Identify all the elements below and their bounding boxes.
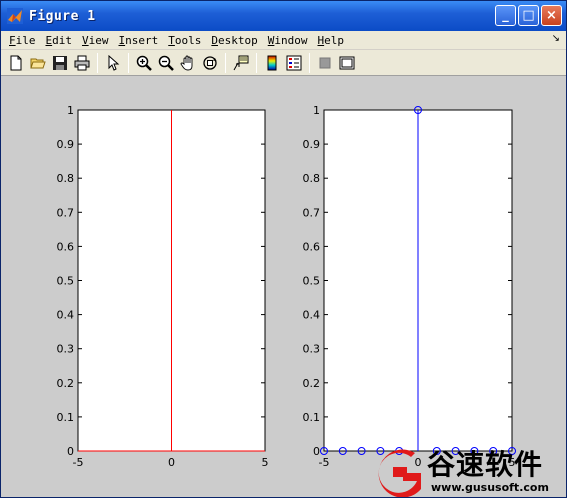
new-figure-button[interactable] <box>5 52 27 74</box>
new-file-icon <box>10 55 22 70</box>
insert-colorbar-button[interactable] <box>261 52 283 74</box>
y-tick-label: 0.1 <box>57 411 75 424</box>
toolbar-separator <box>97 52 98 73</box>
maximize-icon: □ <box>522 8 535 23</box>
save-icon <box>53 55 67 70</box>
x-tick-label: 5 <box>262 456 269 469</box>
hide-plot-tools-icon <box>319 57 331 68</box>
menu-tools[interactable]: Tools <box>168 34 201 47</box>
y-tick-label: 0.8 <box>57 172 75 185</box>
toolbar-separator <box>225 52 226 73</box>
menu-view[interactable]: View <box>82 34 109 47</box>
zoom-out-button[interactable] <box>155 52 177 74</box>
edit-plot-button[interactable] <box>102 52 124 74</box>
plot-axes: 00.10.20.30.40.50.60.70.80.91 -5 0 5 00.10… <box>57 104 516 469</box>
watermark-chinese-text: 谷速软件 <box>427 448 544 481</box>
print-icon <box>74 55 90 70</box>
figure-window: Figure 1 _ □ × File Edit View Insert Too… <box>0 0 567 498</box>
show-plot-tools-icon <box>339 56 355 69</box>
maximize-button[interactable]: □ <box>518 5 539 26</box>
window-title: Figure 1 <box>29 8 96 24</box>
y-tick-label: 0.4 <box>57 309 75 322</box>
menu-desktop[interactable]: Desktop <box>211 34 257 47</box>
minimize-icon: _ <box>502 8 509 23</box>
y-tick-label: 0.5 <box>57 275 75 288</box>
y-tick-label: 0.6 <box>57 240 75 253</box>
open-folder-icon <box>30 58 46 68</box>
watermark: 谷速软件 www.gususoft.com <box>373 441 567 498</box>
rotate-3d-button[interactable] <box>199 52 221 74</box>
menu-insert[interactable]: Insert <box>119 34 159 47</box>
title-bar[interactable]: Figure 1 _ □ × <box>1 1 566 31</box>
pointer-arrow-icon <box>108 54 120 71</box>
colorbar-icon <box>267 55 277 70</box>
minimize-button[interactable]: _ <box>495 5 516 26</box>
y-tick-label: 0.9 <box>303 138 321 151</box>
data-cursor-button[interactable] <box>230 52 252 74</box>
print-button[interactable] <box>71 52 93 74</box>
zoom-in-button[interactable] <box>133 52 155 74</box>
y-tick-label: 0.7 <box>303 206 321 219</box>
menu-overflow-icon[interactable]: ↘ <box>552 33 560 44</box>
menu-help[interactable]: Help <box>318 34 345 47</box>
menu-file[interactable]: File <box>9 34 36 47</box>
y-tick-label: 0.3 <box>303 343 321 356</box>
toolbar-separator <box>128 52 129 73</box>
insert-legend-button[interactable] <box>283 52 305 74</box>
rotate-3d-icon <box>203 55 217 70</box>
toolbar-separator <box>309 52 310 73</box>
hide-plot-tools-button[interactable] <box>314 52 336 74</box>
x-tick-label: -5 <box>319 456 330 469</box>
y-tick-label: 0.5 <box>303 275 321 288</box>
close-icon: × <box>546 8 557 23</box>
menu-edit[interactable]: Edit <box>46 34 73 47</box>
menu-window[interactable]: Window <box>268 34 308 47</box>
y-tick-label: 0.4 <box>303 309 321 322</box>
x-tick-label: -5 <box>73 456 84 469</box>
y-tick-label: 1 <box>313 104 320 117</box>
menu-bar: File Edit View Insert Tools Desktop Wind… <box>1 31 566 50</box>
close-button[interactable]: × <box>541 5 562 26</box>
axes-right[interactable]: 00.10.20.30.40.50.60.70.80.91 -5 0 5 <box>303 104 516 469</box>
legend-icon <box>286 55 302 70</box>
gususoft-logo <box>378 449 421 497</box>
open-file-button[interactable] <box>27 52 49 74</box>
y-tick-label: 0.9 <box>57 138 75 151</box>
y-tick-label: 0.3 <box>57 343 75 356</box>
axes-left[interactable]: 00.10.20.30.40.50.60.70.80.91 -5 0 5 <box>57 104 269 469</box>
pan-button[interactable] <box>177 52 199 74</box>
y-tick-label: 0.7 <box>57 206 75 219</box>
y-tick-label: 0.1 <box>303 411 321 424</box>
x-tick-label: 0 <box>168 456 175 469</box>
y-tick-label: 0.2 <box>57 377 75 390</box>
matlab-icon <box>7 8 23 24</box>
figure-toolbar <box>1 50 566 76</box>
y-tick-label: 1 <box>67 104 74 117</box>
pan-hand-icon <box>180 55 193 70</box>
y-tick-label: 0.2 <box>303 377 321 390</box>
show-plot-tools-button[interactable] <box>336 52 358 74</box>
figure-canvas: 0 0.1 0.2 0.3 0.4 0.5 0.6 0.7 0.8 0.9 1 -5 0 5 0 0.1 0… <box>1 77 566 497</box>
data-cursor-icon <box>233 55 249 70</box>
y-tick-label: 0.8 <box>303 172 321 185</box>
y-tick-label: 0.6 <box>303 240 321 253</box>
zoom-in-icon <box>136 55 152 71</box>
zoom-out-icon <box>158 55 174 71</box>
save-button[interactable] <box>49 52 71 74</box>
toolbar-separator <box>256 52 257 73</box>
watermark-url: www.gususoft.com <box>431 481 549 494</box>
